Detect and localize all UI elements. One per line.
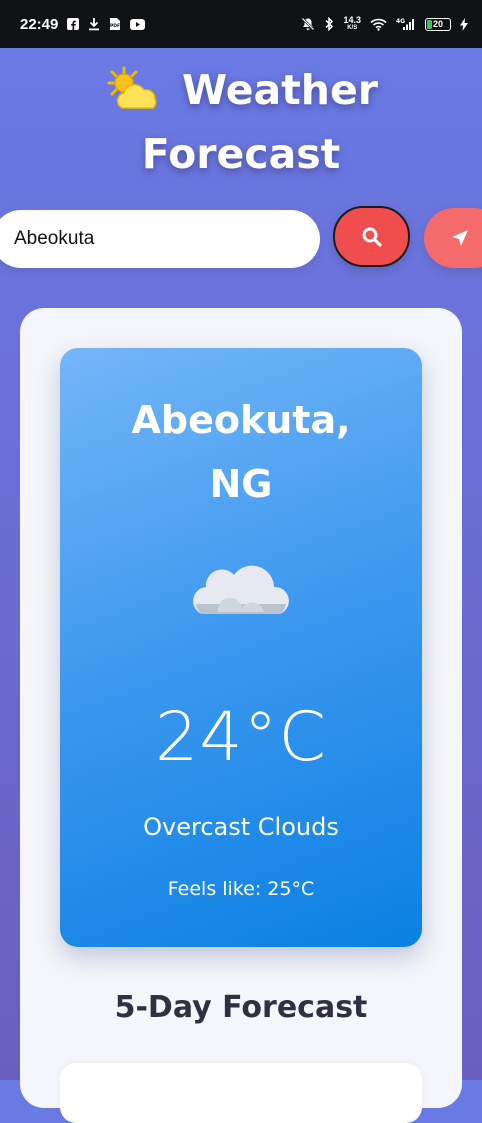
main-container: Abeokuta, NG 24°C Overcast Clouds Feels … xyxy=(20,308,462,1123)
current-weather-card: Abeokuta, NG 24°C Overcast Clouds Feels … xyxy=(60,348,422,947)
signal-icon: 4G xyxy=(396,17,416,31)
mute-icon xyxy=(301,17,315,31)
charging-icon xyxy=(460,17,468,31)
location-arrow-icon xyxy=(452,230,468,246)
search-button[interactable] xyxy=(333,206,410,267)
current-location-button[interactable] xyxy=(424,208,482,268)
network-speed: 14.3 K/S xyxy=(343,16,361,32)
battery-level: 20 xyxy=(432,19,443,29)
search-icon xyxy=(362,227,382,247)
wifi-icon xyxy=(370,18,387,31)
current-temperature: 24°C xyxy=(154,698,327,777)
forecast-heading: 5-Day Forecast xyxy=(114,990,368,1025)
pdf-file-icon: PDF xyxy=(109,17,121,31)
app-title-line-1: Weather xyxy=(0,58,482,122)
bluetooth-icon xyxy=(324,17,334,31)
network-speed-value: 14.3 xyxy=(343,15,361,25)
feels-like-temperature: Feels like: 25°C xyxy=(167,878,315,900)
status-bar-right: 14.3 K/S 4G 20 xyxy=(301,16,468,32)
cloud-icon xyxy=(188,548,294,628)
app-title: Weather Forecast xyxy=(0,58,482,186)
battery-icon: 20 xyxy=(425,17,451,31)
network-speed-unit: K/S xyxy=(347,25,358,31)
battery-fill xyxy=(427,19,432,29)
city-search-input[interactable] xyxy=(0,210,320,268)
status-bar: 22:49 PDF 14.3 K/S 4G 20 xyxy=(0,0,482,48)
sun-cloud-icon xyxy=(104,66,160,114)
status-time: 22:49 xyxy=(20,15,59,33)
title-text-line-2: Forecast xyxy=(141,130,341,178)
svg-text:PDF: PDF xyxy=(110,23,120,29)
status-bar-left: 22:49 PDF xyxy=(20,15,146,33)
facebook-icon xyxy=(67,18,80,30)
download-icon xyxy=(88,17,100,31)
youtube-icon xyxy=(130,18,146,30)
weather-condition: Overcast Clouds xyxy=(143,813,339,841)
title-text-line-1: Weather xyxy=(181,66,379,114)
forecast-day-card xyxy=(60,1063,422,1123)
city-name: Abeokuta, NG xyxy=(131,398,351,506)
network-type-label: 4G xyxy=(396,18,405,25)
